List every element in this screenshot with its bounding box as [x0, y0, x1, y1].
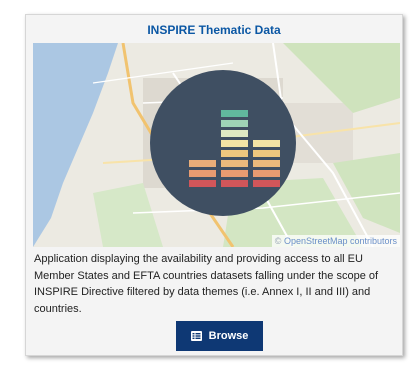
card-title: INSPIRE Thematic Data [147, 23, 281, 37]
browse-button[interactable]: Browse [176, 321, 263, 351]
list-icon [190, 331, 202, 341]
attribution-copyright: © [274, 236, 284, 246]
openstreetmap-link[interactable]: OpenStreetMap contributors [284, 236, 397, 246]
inspire-thematic-card: INSPIRE Thematic Data © OpenStreetMap co… [25, 14, 403, 356]
card-description: Application displaying the availability … [34, 253, 379, 315]
map-preview[interactable]: © OpenStreetMap contributors [33, 43, 400, 247]
browse-button-label: Browse [208, 330, 249, 342]
inspire-data-emblem [150, 70, 296, 216]
map-attribution: © OpenStreetMap contributors [271, 235, 400, 247]
